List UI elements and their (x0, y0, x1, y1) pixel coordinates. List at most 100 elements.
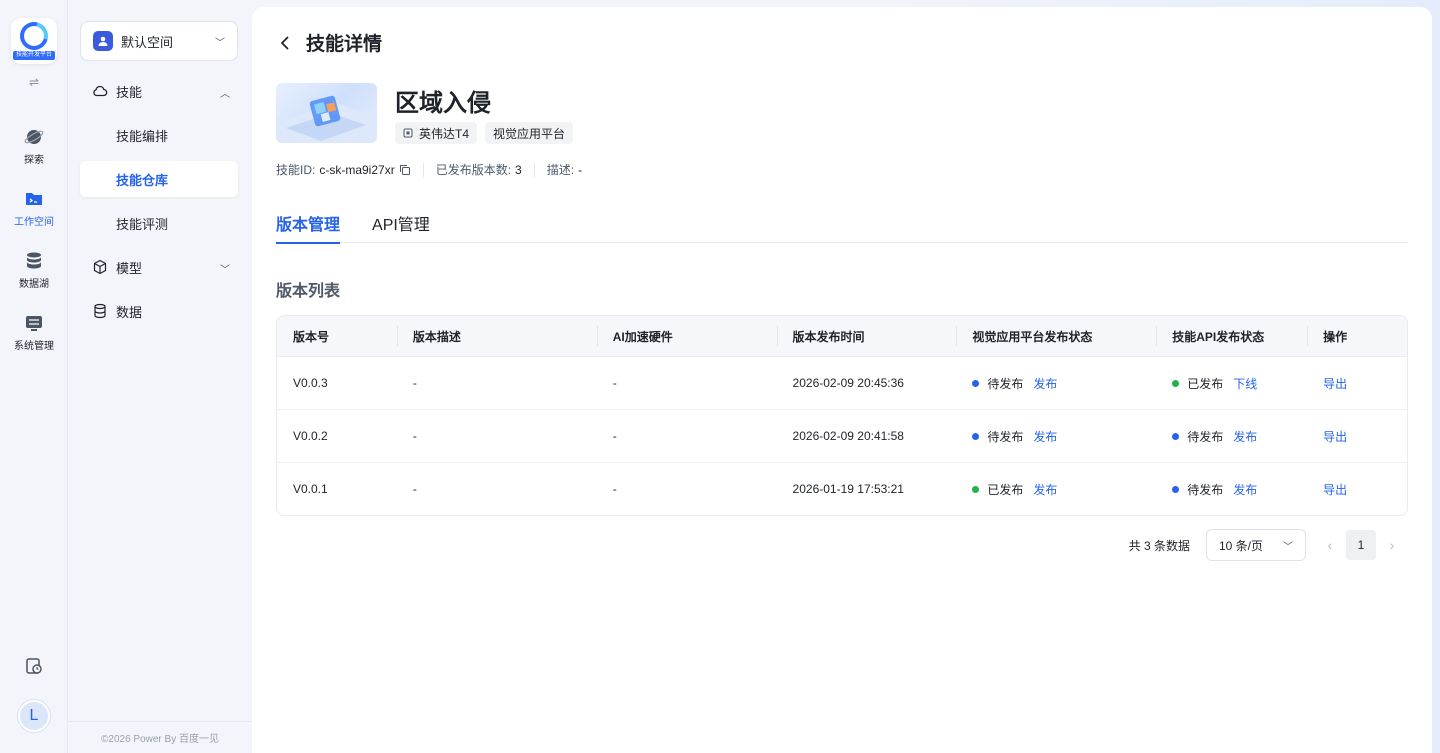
publish-link[interactable]: 发布 (1233, 428, 1257, 445)
versions-table: 版本号 版本描述 AI加速硬件 版本发布时间 视觉应用平台发布状态 技能API发… (276, 315, 1408, 516)
rail-item-explore[interactable]: 探索 (0, 127, 68, 166)
table-row: V0.0.2 - - 2026-02-09 20:41:58 待发布 发布 待发… (277, 409, 1407, 462)
skill-name: 区域入侵 (395, 90, 491, 117)
chevron-up-icon: ︿ (220, 89, 230, 100)
release-time-cell: 2026-02-09 20:41:58 (792, 429, 904, 443)
hardware-tag: 英伟达T4 (395, 122, 478, 144)
page-size-value: 10 条/页 (1219, 538, 1264, 553)
skill-thumbnail (276, 83, 377, 143)
column-header: 版本号 (293, 329, 330, 344)
workspace-folder-icon (26, 193, 42, 205)
rail-item-data-lake[interactable]: 数据湖 (0, 251, 68, 290)
next-page-icon[interactable]: › (1376, 529, 1408, 561)
sidebar-item-label: 技能 (116, 84, 143, 100)
sidebar-item-skills[interactable]: 技能 ︿ (80, 73, 238, 109)
rail-item-workspace[interactable]: 工作空间 (0, 189, 68, 228)
tab-api-management[interactable]: API管理 (372, 211, 430, 243)
sidebar-item-skill-repository[interactable]: 技能仓库 (80, 161, 238, 197)
vision-status-cell: 待发布 发布 (956, 410, 1156, 462)
section-title: 版本列表 (276, 283, 341, 300)
rail-item-label: 工作空间 (14, 217, 54, 228)
sidebar-item-label: 模型 (116, 260, 143, 276)
sidebar-item-data[interactable]: 数据 (80, 293, 238, 329)
data-stack-icon (94, 303, 106, 319)
sidebar-item-skill-orchestration[interactable]: 技能编排 (80, 117, 238, 153)
release-time-cell: 2026-02-09 20:45:36 (792, 376, 904, 390)
rail-item-system-management[interactable]: 系统管理 (0, 313, 68, 352)
description-cell: - (412, 482, 417, 496)
export-link[interactable]: 导出 (1323, 481, 1347, 498)
copyright-footer: ©2026 Power By 百度一见 (68, 721, 252, 753)
space-selector[interactable]: 默认空间 ﹀ (80, 21, 238, 61)
database-icon (27, 252, 41, 269)
cloud-icon (93, 85, 108, 97)
sidebar-item-label: 数据 (116, 304, 143, 320)
status-dot (972, 485, 980, 493)
column-header: 技能API发布状态 (1156, 316, 1307, 356)
description-cell: - (412, 376, 417, 390)
chevron-down-icon: ﹀ (215, 37, 225, 49)
planet-icon (24, 130, 44, 144)
status-dot (1172, 432, 1180, 440)
column-header: 视觉应用平台发布状态 (956, 316, 1156, 356)
sidebar-item-skill-evaluation[interactable]: 技能评测 (80, 205, 238, 241)
release-time-cell: 2026-01-19 17:53:21 (792, 482, 904, 496)
publish-link[interactable]: 发布 (1233, 481, 1257, 498)
status-dot (1172, 379, 1180, 387)
system-settings-icon (26, 316, 42, 331)
tab-version-management[interactable]: 版本管理 (276, 211, 341, 244)
app-logo[interactable]: 技能开发平台 (11, 16, 57, 64)
logo-caption: 技能开发平台 (12, 51, 55, 60)
tag-label: 英伟达T4 (419, 126, 470, 141)
rail-item-label: 系统管理 (14, 341, 54, 352)
swap-icon[interactable]: ⇌ (0, 75, 68, 89)
operations-cell: 导出 (1307, 410, 1407, 462)
copy-icon[interactable] (399, 164, 411, 176)
logo-mark-icon (14, 16, 54, 56)
page-number[interactable]: 1 (1346, 530, 1376, 560)
avatar[interactable]: L (18, 700, 50, 732)
tab-bar: 版本管理 API管理 (276, 211, 1408, 244)
skill-id-label: 技能ID: (276, 163, 316, 177)
column-header: 版本描述 (396, 316, 597, 356)
api-status-cell: 已发布 下线 (1156, 357, 1307, 409)
column-header: 版本发布时间 (776, 316, 957, 356)
prev-page-icon[interactable]: ‹ (1314, 529, 1346, 561)
page-title: 技能详情 (306, 34, 383, 55)
history-icon[interactable] (24, 656, 44, 676)
status-text: 待发布 (1187, 482, 1224, 497)
sidebar-item-models[interactable]: 模型 ﹀ (80, 249, 238, 285)
pagination: 共 3 条数据 10 条/页 ﹀ ‹ 1 › (1129, 529, 1408, 561)
version-cell: V0.0.1 (293, 482, 328, 496)
status-text: 待发布 (987, 376, 1024, 391)
page-header: 技能详情 (276, 29, 382, 56)
publish-link[interactable]: 发布 (1033, 375, 1057, 392)
export-link[interactable]: 导出 (1323, 428, 1347, 445)
column-header: AI加速硬件 (596, 316, 777, 356)
hardware-cell: - (612, 482, 617, 496)
main-panel: 技能详情 区域入侵 英伟达T4 视觉应用平台 技能ID: c-sk-ma9i27… (252, 7, 1432, 753)
table-row: V0.0.1 - - 2026-01-19 17:53:21 已发布 发布 待发… (277, 462, 1407, 515)
page-size-select[interactable]: 10 条/页 ﹀ (1206, 529, 1306, 561)
description-cell: - (412, 429, 417, 443)
export-link[interactable]: 导出 (1323, 375, 1347, 392)
status-dot (1172, 485, 1180, 493)
status-text: 已发布 (987, 482, 1024, 497)
publish-link[interactable]: 发布 (1033, 481, 1057, 498)
back-arrow-icon[interactable] (276, 34, 294, 52)
user-icon (93, 31, 113, 51)
sidebar-item-label: 技能编排 (116, 128, 169, 144)
divider (422, 162, 424, 177)
operations-cell: 导出 (1307, 357, 1407, 409)
status-dot (972, 379, 980, 387)
cube-icon (93, 259, 107, 275)
publish-link[interactable]: 发布 (1033, 428, 1057, 445)
api-status-cell: 待发布 发布 (1156, 410, 1307, 462)
total-count: 共 3 条数据 (1128, 538, 1190, 553)
description-value: - (578, 162, 583, 177)
hardware-cell: - (612, 376, 617, 390)
divider (533, 162, 535, 177)
skill-id-value: c-sk-ma9i27xr (319, 162, 395, 177)
offline-link[interactable]: 下线 (1233, 375, 1257, 392)
table-row: V0.0.3 - - 2026-02-09 20:45:36 待发布 发布 已发… (277, 356, 1407, 409)
